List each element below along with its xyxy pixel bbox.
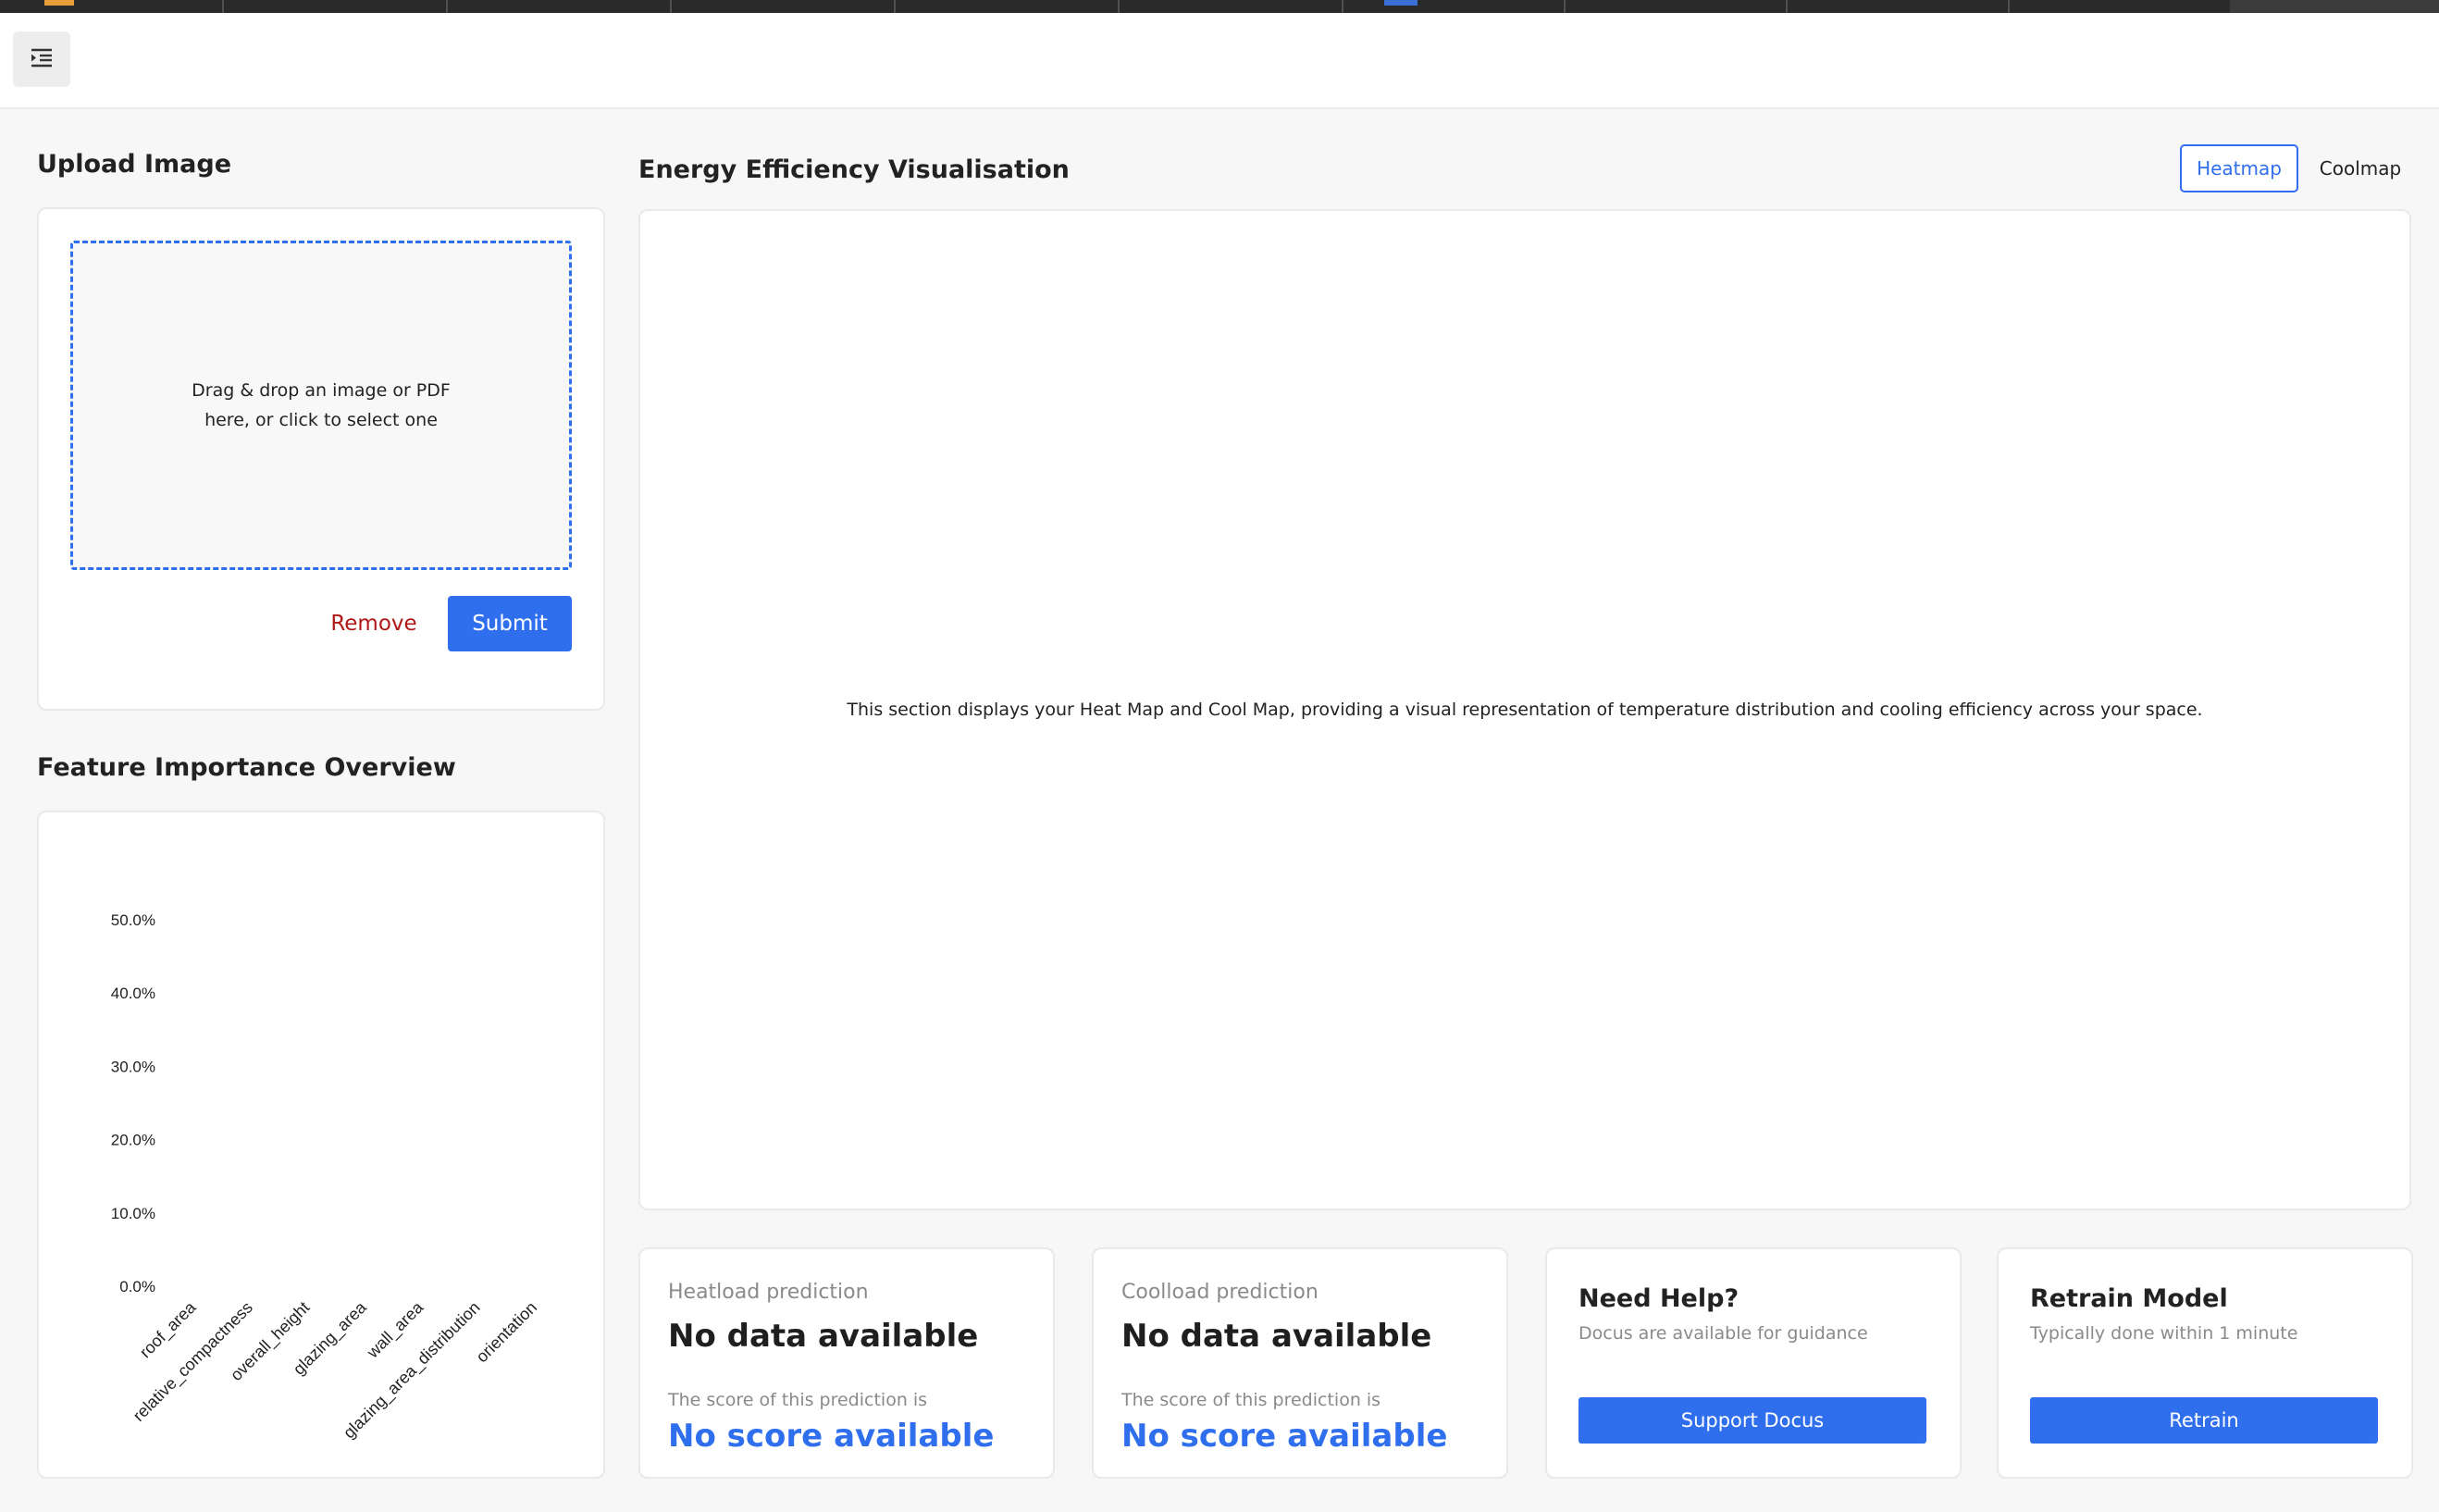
submit-button[interactable]: Submit — [448, 596, 572, 651]
help-title: Need Help? — [1579, 1284, 1739, 1313]
tab-overflow[interactable] — [2230, 0, 2439, 13]
y-tick-label: 50.0% — [111, 911, 155, 929]
tab-divider — [1564, 0, 1566, 13]
retrain-button[interactable]: Retrain — [2030, 1397, 2378, 1444]
coolload-card: Coolload prediction No data available Th… — [1092, 1247, 1508, 1479]
visualisation-panel: This section displays your Heat Map and … — [638, 209, 2411, 1210]
retrain-subtitle: Typically done within 1 minute — [2030, 1323, 2298, 1344]
tab-divider — [1118, 0, 1120, 13]
tab-divider — [2008, 0, 2010, 13]
app-header — [0, 13, 2439, 109]
retrain-card: Retrain Model Typically done within 1 mi… — [1997, 1247, 2413, 1479]
remove-button[interactable]: Remove — [318, 596, 429, 651]
feature-chart-card: 0.0% 10.0% 20.0% 30.0% 40.0% 50.0% roof_area re… — [37, 811, 605, 1479]
active-tab-icon[interactable] — [1384, 0, 1418, 6]
heatload-label: Heatload prediction — [668, 1281, 869, 1304]
app-tab-icon[interactable] — [44, 0, 74, 6]
heatload-value: No data available — [668, 1318, 979, 1355]
heatmap-toggle[interactable]: Heatmap — [2180, 144, 2298, 192]
heatload-score: No score available — [668, 1418, 995, 1455]
feature-importance-title: Feature Importance Overview — [37, 753, 456, 782]
coolload-score-label: The score of this prediction is — [1121, 1390, 1381, 1410]
help-card: Need Help? Docus are available for guida… — [1545, 1247, 1962, 1479]
y-tick-label: 40.0% — [111, 985, 155, 1002]
coolload-label: Coolload prediction — [1121, 1281, 1319, 1304]
coolmap-toggle[interactable]: Coolmap — [2304, 144, 2417, 192]
file-dropzone[interactable]: Drag & drop an image or PDF here, or cli… — [70, 241, 572, 570]
tab-divider — [670, 0, 672, 13]
heatload-card: Heatload prediction No data available Th… — [638, 1247, 1055, 1479]
feature-importance-chart: 0.0%10.0%20.0%30.0%40.0%50.0%roof_areare… — [111, 911, 541, 1443]
x-tick-label: orientation — [473, 1298, 541, 1367]
heatload-score-label: The score of this prediction is — [668, 1390, 928, 1410]
tab-divider — [222, 0, 224, 13]
coolload-score: No score available — [1121, 1418, 1448, 1455]
coolload-value: No data available — [1121, 1318, 1432, 1355]
tab-divider — [1342, 0, 1343, 13]
y-tick-label: 10.0% — [111, 1205, 155, 1222]
dropzone-text: Drag & drop an image or PDF here, or cli… — [192, 380, 451, 430]
top-tab-strip — [0, 0, 2439, 13]
visualisation-title: Energy Efficiency Visualisation — [638, 155, 1070, 184]
tab-divider — [1786, 0, 1788, 13]
y-tick-label: 20.0% — [111, 1132, 155, 1149]
tab-divider — [894, 0, 896, 13]
y-tick-label: 0.0% — [119, 1278, 155, 1295]
menu-indent-icon — [30, 47, 54, 72]
upload-title: Upload Image — [37, 150, 232, 179]
tab-divider — [446, 0, 448, 13]
support-docus-button[interactable]: Support Docus — [1579, 1397, 1926, 1444]
y-tick-label: 30.0% — [111, 1058, 155, 1075]
help-subtitle: Docus are available for guidance — [1579, 1323, 1868, 1344]
sidebar-toggle-button[interactable] — [13, 31, 70, 87]
retrain-title: Retrain Model — [2030, 1284, 2228, 1313]
upload-card: Drag & drop an image or PDF here, or cli… — [37, 207, 605, 711]
visualisation-placeholder: This section displays your Heat Map and … — [847, 700, 2203, 720]
